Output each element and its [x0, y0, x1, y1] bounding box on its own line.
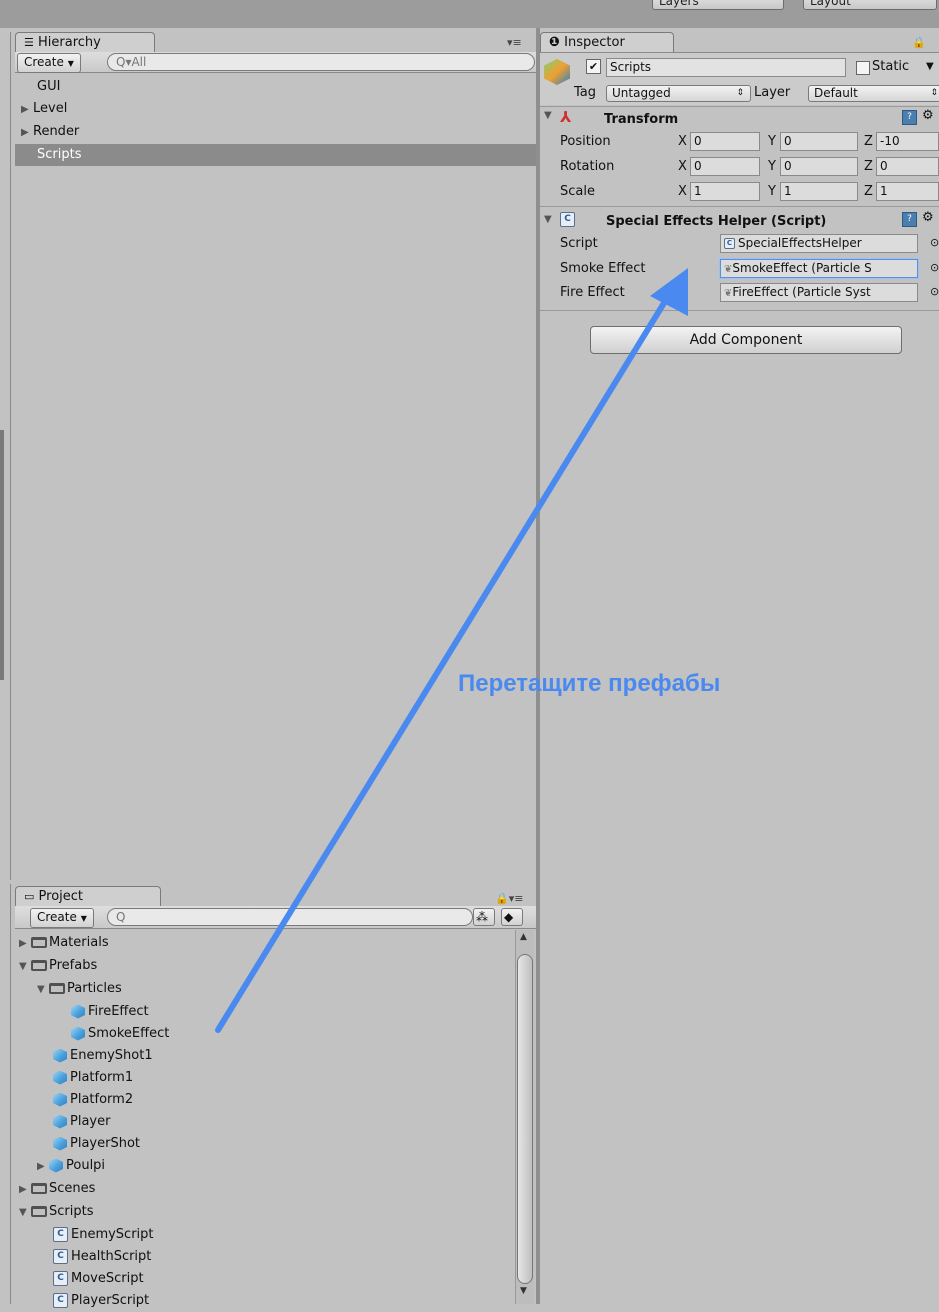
- arrow-shaft: [215, 287, 675, 1033]
- arrow-head: [650, 268, 688, 316]
- drag-annotation-arrow: [215, 268, 688, 1033]
- annotation-text: Перетащите префабы: [458, 670, 721, 697]
